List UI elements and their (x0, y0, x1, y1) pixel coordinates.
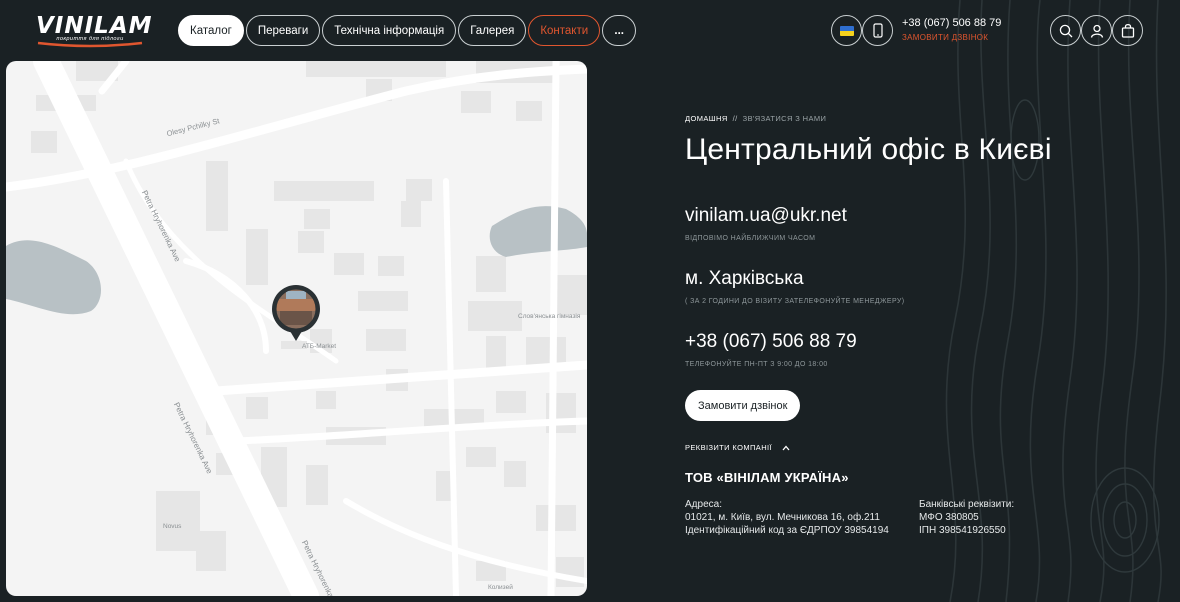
office-address: м. Харківська (685, 268, 804, 289)
ukraine-flag-icon (839, 25, 854, 36)
map-poi-label: АТБ-Market (302, 343, 336, 350)
phone-link[interactable]: +38 (067) 506 88 79 (685, 331, 1125, 353)
shopping-bag-icon (1121, 23, 1134, 38)
map-poi-label: Колизей (488, 583, 513, 591)
main-nav: Каталог Переваги Технічна інформація Гал… (178, 15, 637, 46)
search-icon (1059, 24, 1072, 37)
search-button[interactable] (1050, 15, 1081, 46)
nav-more-button[interactable]: ... (602, 15, 637, 46)
breadcrumb-home[interactable]: ДОМАШНЯ (685, 114, 728, 123)
brand-logo[interactable]: VINILAM покриття для підлоги (36, 13, 153, 48)
bank-heading: Банківські реквізити: (919, 499, 1015, 510)
breadcrumb-separator: // (732, 114, 738, 123)
phone-note: ТЕЛЕФОНУЙТЕ ПН-ПТ З 9:00 ДО 18:00 (685, 361, 828, 368)
header-phone-number[interactable]: +38 (067) 506 88 79 (902, 17, 1001, 29)
account-button[interactable] (1081, 15, 1112, 46)
nav-item-tech-info[interactable]: Технічна інформація (322, 15, 457, 46)
mobile-phone-button[interactable] (862, 15, 893, 46)
site-header: VINILAM покриття для підлоги Каталог Пер… (0, 0, 1180, 60)
nav-item-gallery[interactable]: Галерея (458, 15, 527, 46)
ipn-line: ІПН 398541926550 (919, 525, 1006, 536)
map-poi-label: Слов'янська гімназія (518, 312, 581, 320)
address-heading: Адреса: (685, 499, 722, 510)
address-details: Адреса: 01021, м. Київ, вул. Мечникова 1… (685, 498, 919, 537)
header-phone-block: +38 (067) 506 88 79 ЗАМОВИТИ ДЗВІНОК (902, 17, 1001, 42)
order-call-button[interactable]: Замовити дзвінок (685, 390, 801, 421)
nav-item-advantages[interactable]: Переваги (245, 15, 321, 46)
requisites-details: Адреса: 01021, м. Київ, вул. Мечникова 1… (685, 498, 1125, 537)
user-icon (1090, 24, 1103, 38)
nav-item-catalog[interactable]: Каталог (178, 15, 244, 46)
company-name: ТОВ «ВІНІЛАМ УКРАЇНА» (685, 470, 849, 485)
mfo-line: МФО 380805 (919, 512, 979, 523)
logo-swoosh-icon (37, 41, 143, 48)
breadcrumb-current: ЗВ'ЯЗАТИСЯ З НАМИ (742, 114, 827, 123)
map-street-label: Olesy Pchilky St (166, 116, 222, 138)
contact-content: ДОМАШНЯ // ЗВ'ЯЗАТИСЯ З НАМИ Центральний… (685, 114, 1125, 537)
page-title: Центральний офіс в Києві (685, 133, 1052, 166)
address-line: 01021, м. Київ, вул. Мечникова 16, оф.21… (685, 512, 880, 523)
language-button[interactable] (831, 15, 862, 46)
logo-wordmark: VINILAM (36, 13, 153, 39)
email-block: vinilam.ua@ukr.net ВІДПОВІМО НАЙБЛИЖЧИМ … (685, 205, 1125, 242)
nav-item-contacts[interactable]: Контакти (528, 15, 601, 46)
header-callback-link[interactable]: ЗАМОВИТИ ДЗВІНОК (902, 33, 1001, 42)
address-block: м. Харківська ( ЗА 2 ГОДИНИ ДО ВІЗИТУ ЗА… (685, 268, 1125, 305)
smartphone-icon (872, 23, 883, 38)
map-poi-label: Novus (163, 523, 182, 530)
bank-details: Банківські реквізити: МФО 380805 ІПН 398… (919, 498, 1014, 537)
phone-block: +38 (067) 506 88 79 ТЕЛЕФОНУЙТЕ ПН-ПТ З … (685, 331, 1125, 368)
chevron-up-icon (782, 445, 790, 450)
address-note: ( ЗА 2 ГОДИНИ ДО ВІЗИТУ ЗАТЕЛЕФОНУЙТЕ МЕ… (685, 298, 905, 305)
requisites-toggle-label: РЕКВІЗИТИ КОМПАНІЇ (685, 443, 772, 452)
email-link[interactable]: vinilam.ua@ukr.net (685, 205, 1125, 227)
email-note: ВІДПОВІМО НАЙБЛИЖЧИМ ЧАСОМ (685, 235, 816, 242)
location-map[interactable]: Olesy Pchilky St Petra Hryhorenka Ave Pe… (6, 61, 587, 596)
breadcrumb: ДОМАШНЯ // ЗВ'ЯЗАТИСЯ З НАМИ (685, 114, 1125, 123)
edrpou-line: Ідентифікаційний код за ЄДРПОУ 39854194 (685, 525, 889, 536)
requisites-toggle[interactable]: РЕКВІЗИТИ КОМПАНІЇ (685, 443, 1125, 452)
cart-button[interactable] (1112, 15, 1143, 46)
